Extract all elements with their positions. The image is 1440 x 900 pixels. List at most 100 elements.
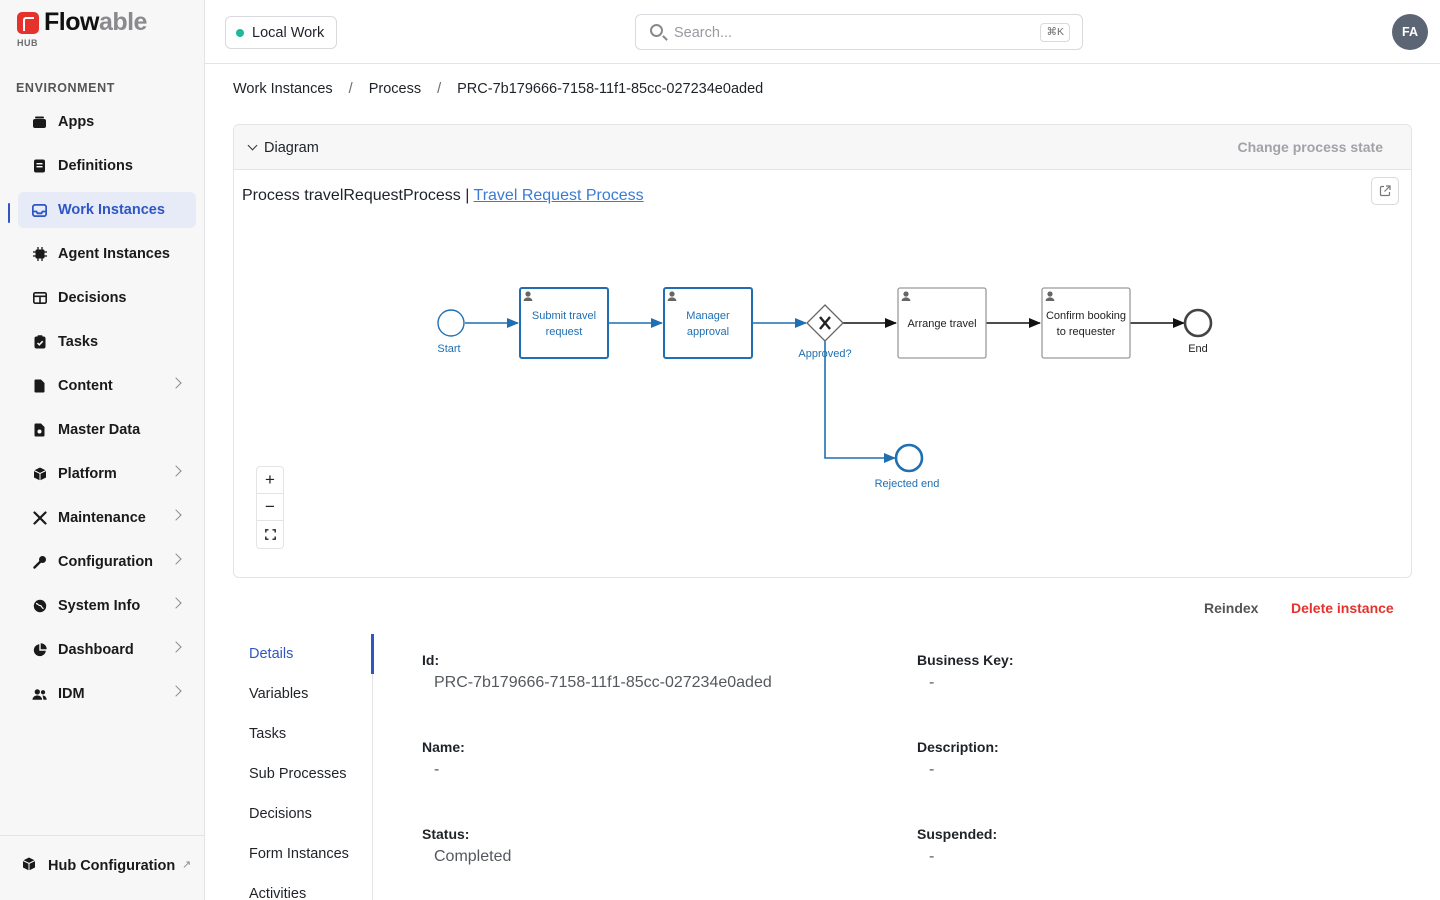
tab-activities[interactable]: Activities [233,874,372,900]
sidebar-item-dashboard[interactable]: Dashboard [18,632,196,668]
sidebar-item-maintenance[interactable]: Maintenance [18,500,196,536]
field-description-value: - [929,761,935,778]
tab-decisions[interactable]: Decisions [233,794,372,834]
end-event[interactable]: End [1183,308,1213,355]
field-description-label: Description: [917,739,999,755]
sidebar-item-label: Decisions [58,290,127,306]
sidebar-item-system-info[interactable]: System Info [18,588,196,624]
sidebar-item-tasks[interactable]: Tasks [18,324,196,360]
task-manager-label-line2: approval [687,326,729,338]
tab-tasks[interactable]: Tasks [233,714,372,754]
field-name-value: - [434,761,440,778]
field-id: Id: PRC-7b179666-7158-11f1-85cc-027234e0… [422,652,772,692]
search-input[interactable] [674,23,1034,43]
sidebar-item-label: Platform [58,466,117,482]
sidebar-item-platform[interactable]: Platform [18,456,196,492]
sidebar-item-label: IDM [58,686,85,702]
sidebar-item-label: Tasks [58,334,99,350]
hub-configuration-label: Hub Configuration [48,857,176,874]
inbox-icon [32,203,47,218]
sidebar-item-label: Definitions [58,158,133,174]
field-suspended-label: Suspended: [917,826,998,842]
breadcrumb-current: PRC-7b179666-7158-11f1-85cc-027234e0aded [457,81,764,97]
brand-name: Flowable [44,8,147,37]
delete-instance-button[interactable]: Delete instance [1291,600,1394,616]
tab-details[interactable]: Details [233,634,372,674]
sidebar-nav: Apps Definitions Work Instances Agent In… [18,104,196,720]
field-suspended: Suspended: - [917,826,997,866]
field-id-value: PRC-7b179666-7158-11f1-85cc-027234e0aded [434,674,772,691]
chevron-right-icon [170,685,182,697]
task-submit-label-line1: Submit travel [532,310,596,322]
rejected-end-label: Rejected end [875,478,940,490]
document-icon [32,379,47,394]
chevron-right-icon [170,597,182,609]
sidebar-item-label: System Info [58,598,141,614]
sidebar-item-content[interactable]: Content [18,368,196,404]
start-event[interactable]: Start [437,309,465,355]
sidebar-item-definitions[interactable]: Definitions [18,148,196,184]
breadcrumb-process[interactable]: Process [369,81,421,97]
field-business-key-value: - [929,674,935,691]
workspace-status-dot [236,28,244,37]
fit-view-button[interactable] [257,521,283,548]
task-manager-approval[interactable]: Manager approval [663,287,753,359]
chevron-right-icon [170,377,182,389]
sidebar-item-label: Master Data [58,422,141,438]
sidebar-item-label: Agent Instances [58,246,170,262]
clipboard-check-icon [32,335,47,350]
plus-icon: + [265,470,275,489]
field-id-label: Id: [422,652,440,668]
rejected-end-event[interactable]: Rejected end [875,443,940,490]
hub-configuration-link[interactable]: Hub Configuration ↗ [22,857,191,874]
sidebar-item-agent-instances[interactable]: Agent Instances [18,236,196,272]
environment-section-label: ENVIRONMENT [16,81,115,95]
tab-sub-processes[interactable]: Sub Processes [233,754,372,794]
field-status-value: Completed [434,848,512,865]
sidebar-item-work-instances[interactable]: Work Instances [18,192,196,228]
breadcrumb-work-instances[interactable]: Work Instances [233,81,333,97]
brand-name-part1: Flow [44,8,99,36]
exclusive-gateway-approved[interactable]: Approved? [798,304,852,360]
fullscreen-icon [264,529,276,540]
sidebar-item-idm[interactable]: IDM [18,676,196,712]
task-submit-travel-request[interactable]: Submit travel request [519,287,609,359]
workspace-selector[interactable]: Local Work [225,16,338,49]
sidebar-item-decisions[interactable]: Decisions [18,280,196,316]
top-bar: Local Work ⌘K FA [205,0,1440,64]
tab-variables[interactable]: Variables [233,674,372,714]
reindex-button[interactable]: Reindex [1204,600,1258,616]
sidebar-item-master-data[interactable]: Master Data [18,412,196,448]
chip-icon [32,247,47,262]
sidebar-item-apps[interactable]: Apps [18,104,196,140]
sidebar-item-configuration[interactable]: Configuration [18,544,196,580]
sidebar-footer: Hub Configuration ↗ [0,835,204,900]
task-arrange-travel[interactable]: Arrange travel [897,287,987,359]
end-event-label: End [1188,343,1208,355]
zoom-out-button[interactable]: − [257,494,283,521]
start-event-label: Start [437,343,460,355]
sidebar-item-label: Apps [58,114,95,130]
active-tab-indicator [371,634,374,674]
breadcrumb-separator: / [348,81,353,97]
global-search[interactable]: ⌘K [635,14,1083,50]
breadcrumb: Work Instances / Process / PRC-7b179666-… [233,81,763,97]
active-nav-indicator [8,203,10,223]
field-name-label: Name: [422,739,465,755]
zoom-in-button[interactable]: + [257,467,283,494]
task-confirm-label-line2: to requester [1057,326,1116,338]
sidebar-item-label: Configuration [58,554,154,570]
sidebar-item-label: Maintenance [58,510,146,526]
cube-icon [22,857,37,874]
task-arrange-label: Arrange travel [907,318,976,330]
task-confirm-booking[interactable]: Confirm booking to requester [1041,287,1131,359]
sidebar: Flowable HUB ENVIRONMENT Apps Definition… [0,0,205,900]
search-shortcut-hint: ⌘K [1040,23,1070,42]
field-suspended-value: - [929,848,935,865]
user-avatar[interactable]: FA [1392,14,1428,50]
field-name: Name: - [422,739,465,779]
pie-chart-icon [32,643,47,658]
tab-form-instances[interactable]: Form Instances [233,834,372,874]
diagram-zoom-controls: + − [256,466,284,549]
wrench-icon [32,555,47,570]
